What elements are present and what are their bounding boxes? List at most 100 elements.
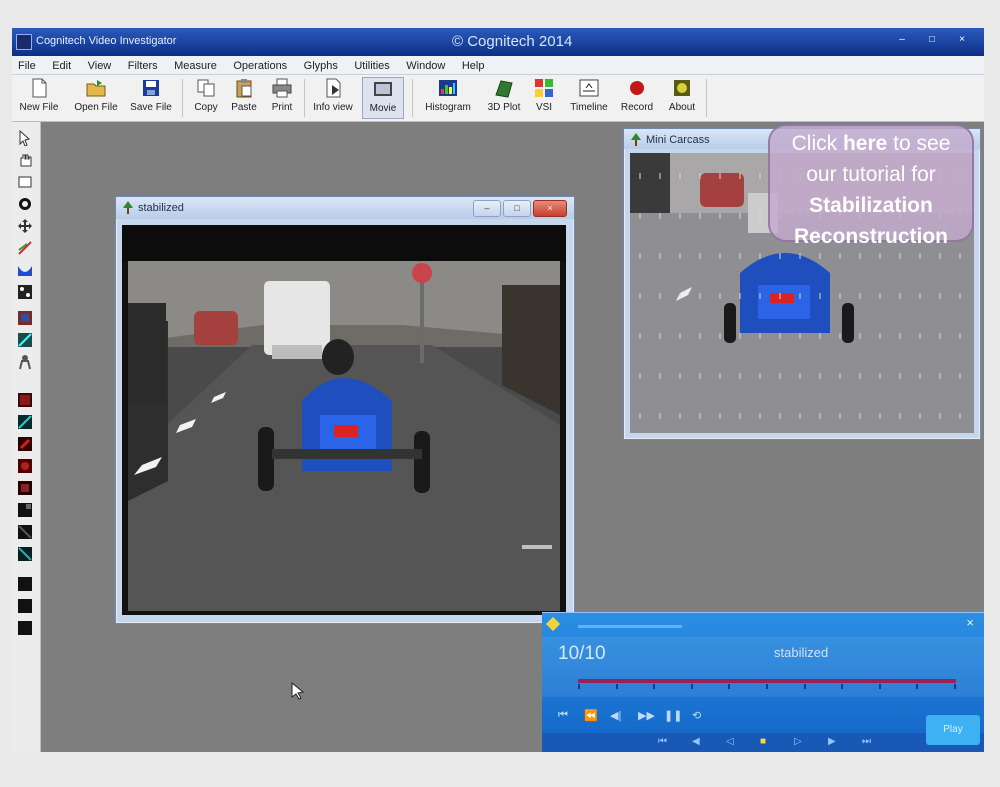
timeline-tick <box>954 684 956 689</box>
3d-plot-label: 3D Plot <box>487 102 521 113</box>
person-tool-icon[interactable] <box>17 354 33 370</box>
curve-tool-icon[interactable] <box>17 262 33 278</box>
record-button[interactable]: Record <box>616 77 658 119</box>
movie-player-panel[interactable]: × 10/10 stabilized ⏮ ⏪ ◀| ▶▶ ❚❚ ⟲ ⏮ ◀ ◁ … <box>542 612 984 752</box>
grid-tool-icon[interactable] <box>17 284 33 300</box>
histogram-button[interactable]: Histogram <box>418 77 478 119</box>
timeline-track[interactable] <box>578 679 956 683</box>
swatch-icon[interactable] <box>17 436 33 452</box>
menu-help[interactable]: Help <box>456 58 491 72</box>
swatch-icon[interactable] <box>17 392 33 408</box>
vsi-icon <box>535 79 553 97</box>
first-frame-icon[interactable]: ⏮ <box>658 736 667 747</box>
save-file-label: Save File <box>130 102 172 113</box>
swatch-icon[interactable] <box>17 414 33 430</box>
stabilized-maximize-button[interactable]: □ <box>503 200 531 217</box>
app-icon <box>16 34 32 50</box>
copy-button[interactable]: Copy <box>188 77 224 119</box>
player-close-button[interactable]: × <box>966 615 974 630</box>
histogram-icon <box>439 80 457 96</box>
next-frame-icon[interactable]: ▶ <box>828 736 836 747</box>
new-file-button[interactable]: New File <box>14 77 64 119</box>
timeline-tick <box>690 684 693 689</box>
swatch-icon[interactable] <box>17 480 33 496</box>
swatch-icon[interactable] <box>17 598 33 614</box>
print-icon <box>272 78 292 98</box>
pointer-tool-icon[interactable] <box>17 130 33 146</box>
menu-window[interactable]: Window <box>400 58 451 72</box>
menu-glyphs[interactable]: Glyphs <box>298 58 344 72</box>
paste-button[interactable]: Paste <box>226 77 262 119</box>
new-file-icon <box>32 78 47 98</box>
vsi-button[interactable]: VSI <box>526 77 562 119</box>
stop-icon[interactable]: ■ <box>760 736 766 747</box>
hand-tool-icon[interactable] <box>17 152 33 168</box>
paste-label: Paste <box>231 102 257 113</box>
swatch-icon[interactable] <box>17 620 33 636</box>
menu-filters[interactable]: Filters <box>122 58 164 72</box>
timeline-tick <box>615 684 618 689</box>
loop-icon[interactable]: ⟲ <box>692 709 701 722</box>
open-file-label: Open File <box>74 102 118 113</box>
swatch-icon[interactable] <box>17 576 33 592</box>
rectangle-tool-icon[interactable] <box>17 174 33 190</box>
tutorial-callout[interactable]: Click here to see our tutorial for Stabi… <box>768 124 974 248</box>
play-icon[interactable]: ▷ <box>794 736 802 747</box>
open-file-button[interactable]: Open File <box>68 77 124 119</box>
movie-button[interactable]: Movie <box>362 77 404 119</box>
stabilized-minimize-button[interactable]: – <box>473 200 501 217</box>
save-file-button[interactable]: Save File <box>126 77 176 119</box>
menu-utilities[interactable]: Utilities <box>348 58 395 72</box>
close-button[interactable]: × <box>952 34 972 46</box>
player-side-button[interactable]: Play <box>926 715 980 745</box>
mini-window-title: Mini Carcass <box>646 134 710 146</box>
stabilized-close-button[interactable]: × <box>533 200 567 217</box>
tutorial-line-2: our tutorial for <box>806 163 936 186</box>
maximize-button[interactable]: □ <box>922 34 942 46</box>
about-icon <box>674 80 690 96</box>
print-label: Print <box>271 102 293 113</box>
menu-view[interactable]: View <box>82 58 118 72</box>
prev-frame-icon[interactable]: ◀ <box>692 736 700 747</box>
record-icon <box>630 81 644 95</box>
info-view-button[interactable]: Info view <box>308 77 358 119</box>
player-volume-bar[interactable] <box>578 625 682 628</box>
stabilized-window-titlebar[interactable]: stabilized – □ × <box>116 197 574 219</box>
swatch-icon[interactable] <box>17 502 33 518</box>
pause-icon[interactable]: ❚❚ <box>664 709 682 722</box>
stabilized-video-frame[interactable] <box>122 225 566 615</box>
stabilized-window[interactable]: stabilized – □ × <box>115 196 575 624</box>
last-frame-icon[interactable]: ⏭ <box>862 736 871 747</box>
lasso-tool-icon[interactable] <box>17 196 33 212</box>
move-tool-icon[interactable] <box>17 218 33 234</box>
swatch-icon[interactable] <box>17 458 33 474</box>
info-view-icon <box>326 78 341 98</box>
tutorial-here-link[interactable]: here <box>843 132 887 155</box>
filter-tool-icon[interactable] <box>17 332 33 348</box>
menu-operations[interactable]: Operations <box>227 58 293 72</box>
swatch-icon[interactable] <box>17 524 33 540</box>
frame-back-icon[interactable]: ◀| <box>610 709 621 722</box>
menu-measure[interactable]: Measure <box>168 58 223 72</box>
about-button[interactable]: About <box>662 77 702 119</box>
color-tool-icon[interactable] <box>17 310 33 326</box>
swatch-icon[interactable] <box>17 546 33 562</box>
menu-file[interactable]: File <box>12 58 42 72</box>
rewind-icon[interactable]: ⏮ <box>558 709 568 722</box>
3d-plot-button[interactable]: 3D Plot <box>484 77 524 119</box>
forward-icon[interactable]: ▶▶ <box>638 709 655 722</box>
histogram-label: Histogram <box>425 102 471 113</box>
player-pin-icon[interactable] <box>545 616 561 632</box>
timeline-button[interactable]: Timeline <box>566 77 612 119</box>
line-tool-icon[interactable] <box>17 240 33 256</box>
menu-edit[interactable]: Edit <box>46 58 77 72</box>
step-back-icon[interactable]: ⏪ <box>584 709 598 722</box>
tutorial-line-4: Reconstruction <box>793 225 948 248</box>
paste-icon <box>236 79 252 98</box>
tutorial-text: Click <box>791 132 843 155</box>
minimize-button[interactable]: – <box>892 34 912 46</box>
mouse-cursor-icon <box>291 682 305 700</box>
reverse-play-icon[interactable]: ◁ <box>726 736 734 747</box>
print-button[interactable]: Print <box>264 77 300 119</box>
timeline-label: Timeline <box>570 102 608 113</box>
